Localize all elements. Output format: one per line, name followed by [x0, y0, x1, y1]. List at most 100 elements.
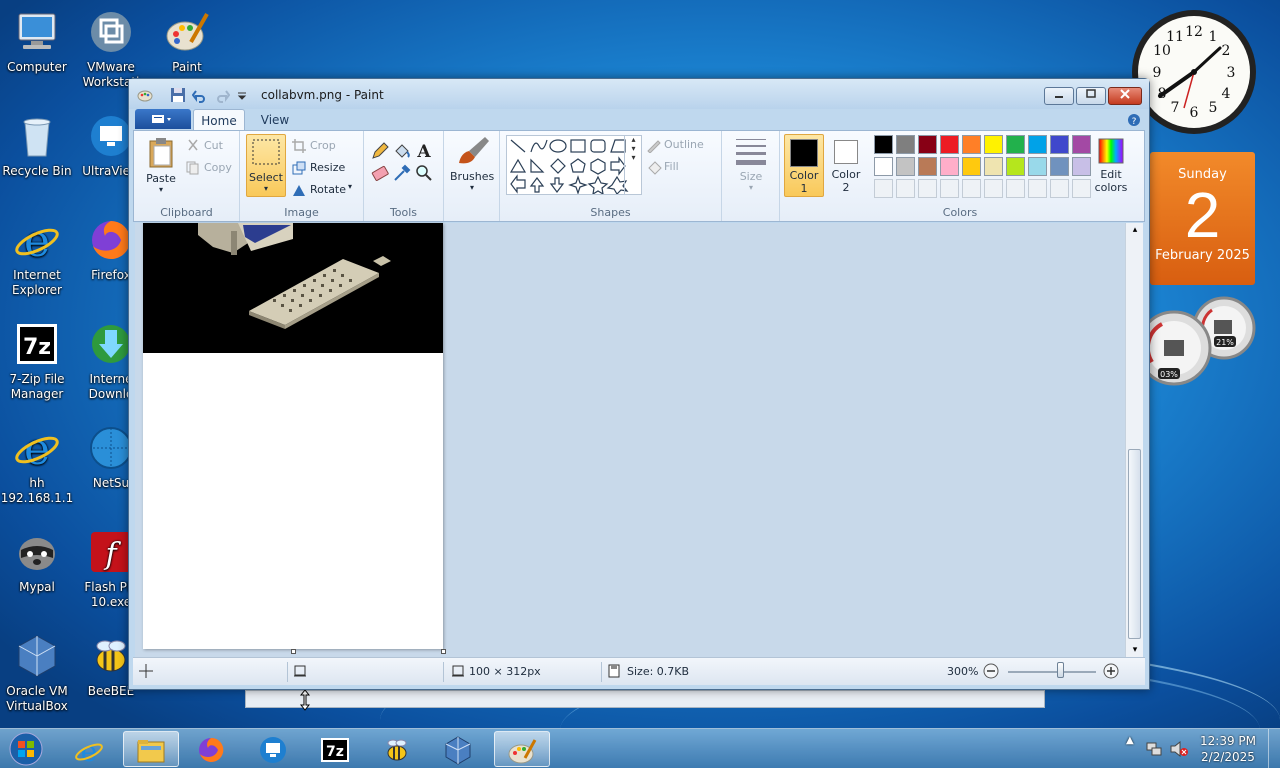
volume-muted-icon[interactable] [1170, 741, 1188, 757]
taskbar-ultraviewer[interactable] [246, 731, 302, 767]
select-button[interactable]: Select ▾ [246, 134, 286, 197]
custom-color-slot[interactable] [1006, 179, 1025, 198]
desktop-icon-computer[interactable]: Computer [0, 8, 76, 75]
paint-window[interactable]: collabvm.png - Paint Home View ? Paste ▾… [128, 78, 1150, 690]
show-desktop-button[interactable] [1268, 729, 1280, 768]
taskbar-beebee[interactable] [370, 731, 426, 767]
color-swatch[interactable] [962, 135, 981, 154]
color-swatch[interactable] [1028, 157, 1047, 176]
zoom-slider-track[interactable] [1008, 671, 1096, 673]
minimize-button[interactable] [1044, 87, 1074, 105]
canvas-resize-handle-corner[interactable] [441, 649, 446, 654]
fill-button[interactable]: Fill [664, 160, 679, 173]
taskbar-file-explorer[interactable] [123, 731, 179, 767]
canvas-workspace[interactable] [135, 223, 1125, 657]
desktop-icon-7zip[interactable]: 7z 7-Zip File Manager [0, 320, 76, 402]
resize-button[interactable]: Resize [310, 161, 345, 174]
color-swatch[interactable] [1006, 135, 1025, 154]
image-canvas[interactable] [143, 223, 446, 654]
taskbar-virtualbox[interactable] [431, 731, 487, 767]
custom-color-slot[interactable] [984, 179, 1003, 198]
color-swatch[interactable] [896, 135, 915, 154]
color-swatch[interactable] [984, 135, 1003, 154]
customize-qat-icon[interactable] [234, 87, 250, 103]
scroll-up-arrow-icon[interactable]: ▴ [1126, 225, 1144, 235]
custom-color-slot[interactable] [896, 179, 915, 198]
size-button[interactable]: Size ▾ [728, 137, 774, 199]
desktop-icon-hh[interactable]: e hh 192.168.1.1 [0, 424, 76, 506]
eraser-tool-icon[interactable] [370, 163, 390, 183]
tab-view[interactable]: View [251, 109, 299, 131]
start-button[interactable] [0, 731, 52, 767]
calendar-gadget[interactable]: Sunday 2 February 2025 [1150, 152, 1255, 285]
desktop-icon-internet-explorer[interactable]: e Internet Explorer [0, 216, 76, 298]
color-swatch[interactable] [940, 157, 959, 176]
color-picker-icon[interactable] [392, 163, 412, 183]
cut-button[interactable]: Cut [204, 139, 223, 152]
color-swatch[interactable] [874, 135, 893, 154]
custom-color-slot[interactable] [1072, 179, 1091, 198]
color-swatch[interactable] [962, 157, 981, 176]
text-tool-icon[interactable]: A [414, 141, 434, 161]
brushes-button[interactable]: Brushes ▾ [450, 135, 494, 199]
fill-tool-icon[interactable] [392, 141, 412, 161]
paint-menu-button[interactable] [135, 109, 191, 129]
desktop-icon-mypal[interactable]: Mypal [0, 528, 76, 595]
copy-button[interactable]: Copy [204, 161, 232, 174]
color-swatch[interactable] [1050, 157, 1069, 176]
network-icon[interactable] [1146, 741, 1162, 757]
shapes-gallery-scroll[interactable]: ▴ ▾ ▾ [624, 135, 642, 195]
save-icon[interactable] [170, 87, 186, 103]
cpu-meter-gadget[interactable]: 03% 21% [1136, 296, 1260, 392]
color-swatch[interactable] [1006, 157, 1025, 176]
color-swatch[interactable] [918, 135, 937, 154]
paste-button[interactable]: Paste ▾ [142, 137, 180, 197]
clock-tray[interactable]: 12:39 PM 2/2/2025 [1196, 733, 1260, 765]
color-swatch[interactable] [1072, 135, 1091, 154]
taskbar-firefox[interactable] [184, 731, 240, 767]
desktop-icon-paint[interactable]: Paint [148, 8, 226, 75]
magnifier-icon[interactable] [414, 163, 434, 183]
custom-color-slot[interactable] [940, 179, 959, 198]
undo-icon[interactable] [192, 87, 208, 103]
scroll-down-arrow-icon[interactable]: ▾ [1126, 645, 1144, 655]
zoom-slider-thumb[interactable] [1057, 662, 1064, 678]
custom-color-slot[interactable] [918, 179, 937, 198]
color-swatch[interactable] [918, 157, 937, 176]
show-hidden-icons-icon[interactable]: ▲ [1126, 735, 1134, 746]
color-swatch[interactable] [896, 157, 915, 176]
custom-color-slot[interactable] [962, 179, 981, 198]
custom-color-slot[interactable] [874, 179, 893, 198]
taskbar-paint[interactable] [494, 731, 550, 767]
redo-icon[interactable] [214, 87, 230, 103]
title-bar[interactable]: collabvm.png - Paint [129, 79, 1149, 109]
desktop-icon-recycle-bin[interactable]: Recycle Bin [0, 112, 76, 179]
custom-color-slot[interactable] [1028, 179, 1047, 198]
rotate-button[interactable]: Rotate [310, 183, 346, 196]
taskbar-7zip[interactable]: 7z [308, 731, 364, 767]
shapes-gallery[interactable] [506, 135, 642, 196]
color-swatch[interactable] [984, 157, 1003, 176]
zoom-in-icon[interactable] [1103, 663, 1119, 679]
close-button[interactable] [1108, 87, 1142, 105]
pencil-tool-icon[interactable] [370, 141, 390, 161]
color1-button[interactable]: Color 1 [784, 134, 824, 197]
tab-home[interactable]: Home [193, 109, 245, 131]
paint-app-icon[interactable] [137, 87, 153, 103]
desktop-icon-virtualbox[interactable]: Oracle VM VirtualBox [0, 632, 76, 714]
maximize-button[interactable] [1076, 87, 1106, 105]
color2-button[interactable]: Color 2 [826, 134, 866, 197]
color-swatch[interactable] [874, 157, 893, 176]
color-swatch[interactable] [940, 135, 959, 154]
vertical-scrollbar[interactable]: ▴ ▾ [1125, 223, 1143, 657]
color-swatch[interactable] [1050, 135, 1069, 154]
color-swatch[interactable] [1072, 157, 1091, 176]
help-icon[interactable]: ? [1127, 113, 1141, 127]
scrollbar-thumb[interactable] [1128, 449, 1141, 639]
color-swatch[interactable] [1028, 135, 1047, 154]
crop-button[interactable]: Crop [310, 139, 336, 152]
custom-color-slot[interactable] [1050, 179, 1069, 198]
canvas-resize-handle[interactable] [291, 649, 296, 654]
edit-colors-button[interactable]: Edit colors [1092, 134, 1130, 197]
zoom-out-icon[interactable] [983, 663, 999, 679]
